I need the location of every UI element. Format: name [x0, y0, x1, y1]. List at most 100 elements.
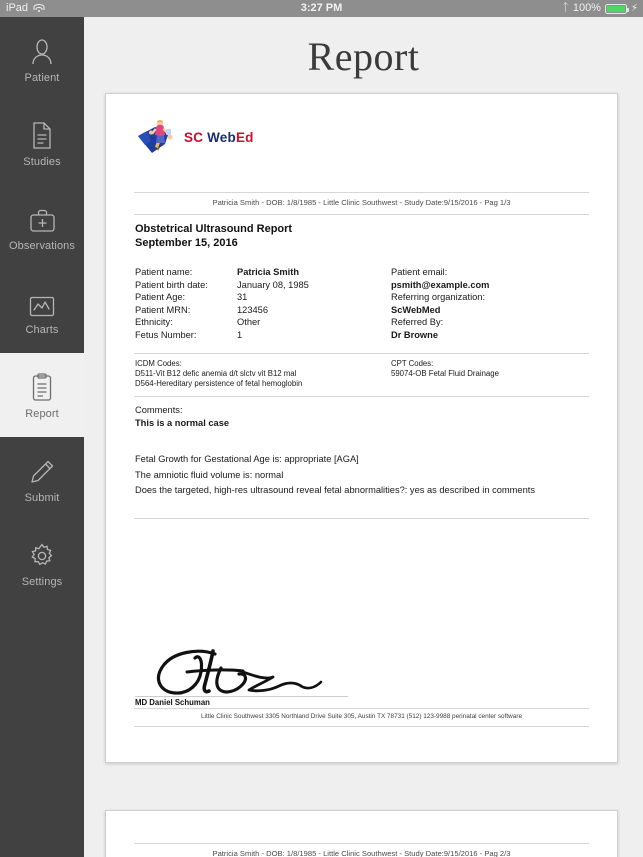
sidebar-item-settings[interactable]: Settings [0, 521, 84, 605]
field-key: Patient name: [135, 267, 193, 277]
sc-webed-logo-mark [135, 117, 179, 157]
cpt-codes-block: CPT Codes: 59074-OB Fetal Fluid Drainage [391, 359, 499, 389]
bluetooth-icon: ᛏ [562, 2, 569, 14]
sidebar-item-patient[interactable]: Patient [0, 17, 84, 101]
sidebar-item-label: Report [25, 407, 59, 420]
field-key: Ethnicity: [135, 317, 173, 328]
codes-section: ICDM Codes: D511-Vit B12 defic anemia d/… [135, 359, 588, 389]
comments-section: Comments: This is a normal case [135, 404, 229, 430]
charging-bolt-icon: ⚡ [630, 3, 638, 14]
document-icon [31, 119, 53, 149]
field-value: January 08, 1985 [237, 279, 309, 290]
sidebar-item-charts[interactable]: Charts [0, 269, 84, 353]
page2-header-line: Patricia Smith - DOB: 1/8/1985 - Little … [212, 849, 511, 857]
report-page-2: Patricia Smith - DOB: 1/8/1985 - Little … [105, 810, 618, 857]
field-value: Patricia Smith [237, 267, 300, 277]
sidebar-item-studies[interactable]: Studies [0, 101, 84, 185]
sidebar-item-observations[interactable]: Observations [0, 185, 84, 269]
battery-full-icon [604, 3, 629, 14]
logo-text-web: Web [207, 129, 236, 145]
field-key: Patient birth date: [135, 279, 208, 290]
patient-info-columns: Patient name: Patricia Smith Patient birt… [135, 266, 588, 342]
contact-label: Patient email: [391, 267, 448, 277]
logo-text-sc: SC [184, 129, 204, 145]
footer-divider-bottom [134, 726, 589, 727]
field-row: Patient MRN: 123456 [135, 304, 391, 317]
ipad-report-screen: iPad 3:27 PM ᛏ 100% ⚡ Patient Studies Ob… [0, 0, 643, 857]
report-content-area[interactable]: Report SC WebEd Patricia Smith - DOB: 1/… [84, 17, 643, 857]
finding-line: The amniotic fluid volume is: normal [135, 469, 284, 480]
comments-heading: Comments: [135, 405, 183, 415]
header-divider-bottom [134, 214, 589, 215]
field-row: Patient birth date: January 08, 1985 [135, 279, 391, 292]
field-value: Other [237, 317, 261, 328]
clipboard-icon [31, 371, 53, 401]
sc-webed-logo: SC WebEd [135, 116, 254, 158]
status-bar-clock: 3:27 PM [300, 2, 343, 14]
page-title: Report [307, 34, 420, 79]
codes-divider-top [134, 353, 589, 354]
sidebar-item-label: Studies [23, 155, 61, 168]
findings-divider [134, 518, 589, 519]
sidebar-item-label: Charts [25, 323, 59, 336]
document-title: Obstetrical Ultrasound Report September … [135, 223, 292, 250]
sidebar-nav: Patient Studies Observations Charts Repo… [0, 17, 84, 857]
field-key: Fetus Number: [135, 329, 197, 340]
contact-block: Patient email: psmith@example.com Referr… [391, 266, 588, 342]
icdm-code-line: D564-Hereditary persistence of fetal hem… [135, 379, 303, 388]
field-value: 1 [237, 329, 243, 340]
icdm-codes-block: ICDM Codes: D511-Vit B12 defic anemia d/… [135, 359, 391, 389]
signature-name: MD Daniel Schuman [135, 698, 210, 707]
findings-section: Fetal Growth for Gestational Age is: app… [135, 452, 588, 499]
cpt-codes-heading: CPT Codes: [391, 359, 434, 368]
sc-webed-logo-text: SC WebEd [184, 130, 254, 145]
medkit-icon [29, 203, 56, 233]
field-value: 123456 [237, 304, 269, 315]
document-title-line1: Obstetrical Ultrasound Report [135, 223, 293, 235]
cpt-code-line: 59074-OB Fetal Fluid Drainage [391, 369, 499, 378]
comments-text: This is a normal case [135, 418, 230, 428]
person-icon [30, 35, 54, 65]
sidebar-item-label: Patient [24, 71, 60, 84]
sidebar-item-submit[interactable]: Submit [0, 437, 84, 521]
signature-rule [135, 696, 348, 697]
finding-line: Fetal Growth for Gestational Age is: app… [135, 454, 359, 464]
status-bar-right: ᛏ 100% ⚡ [562, 0, 638, 17]
contact-value: ScWebMed [391, 304, 441, 315]
patient-info-right: Patient email: psmith@example.com Referr… [391, 266, 588, 342]
footer-divider-top [134, 708, 589, 709]
report-footer: Little Clinic Southwest 3305 Northland D… [200, 713, 523, 720]
sidebar-item-label: Submit [24, 491, 60, 504]
signature-block: MD Daniel Schuman [135, 646, 355, 707]
pencil-icon [29, 455, 55, 485]
gear-icon [29, 539, 55, 569]
handwritten-signature [157, 649, 323, 695]
field-row: Ethnicity: Other [135, 316, 391, 329]
icdm-code-line: D511-Vit B12 defic anemia d/t slctv vit … [135, 369, 297, 378]
chart-icon [29, 287, 55, 317]
codes-divider-bottom [134, 396, 589, 397]
patient-info-left: Patient name: Patricia Smith Patient birt… [135, 266, 391, 342]
icdm-codes-heading: ICDM Codes: [135, 359, 182, 368]
header-divider-top [134, 192, 589, 193]
ios-status-bar: iPad 3:27 PM ᛏ 100% ⚡ [0, 0, 643, 17]
field-row: Fetus Number: 1 [135, 329, 391, 342]
contact-label: Referring organization: [391, 292, 486, 303]
sidebar-item-label: Settings [21, 575, 63, 588]
sidebar-item-report[interactable]: Report [0, 353, 84, 437]
field-row: Patient name: Patricia Smith [135, 266, 391, 279]
page2-header-divider [134, 843, 589, 844]
field-row: Patient Age: 31 [135, 291, 391, 304]
contact-value: psmith@example.com [391, 279, 490, 290]
logo-text-ed: Ed [235, 129, 254, 145]
sidebar-item-label: Observations [8, 239, 75, 252]
page-header-line: Patricia Smith - DOB: 1/8/1985 - Little … [212, 198, 511, 207]
field-value: 31 [237, 292, 248, 303]
finding-line: Does the targeted, high-res ultrasound r… [135, 485, 535, 495]
report-page-1: SC WebEd Patricia Smith - DOB: 1/8/1985 … [105, 93, 618, 763]
battery-percent-label: 100% [572, 2, 601, 14]
document-title-line2: September 15, 2016 [135, 236, 238, 249]
contact-label: Referred By: [391, 317, 444, 328]
contact-value: Dr Browne [391, 329, 439, 340]
field-key: Patient Age: [135, 292, 186, 303]
